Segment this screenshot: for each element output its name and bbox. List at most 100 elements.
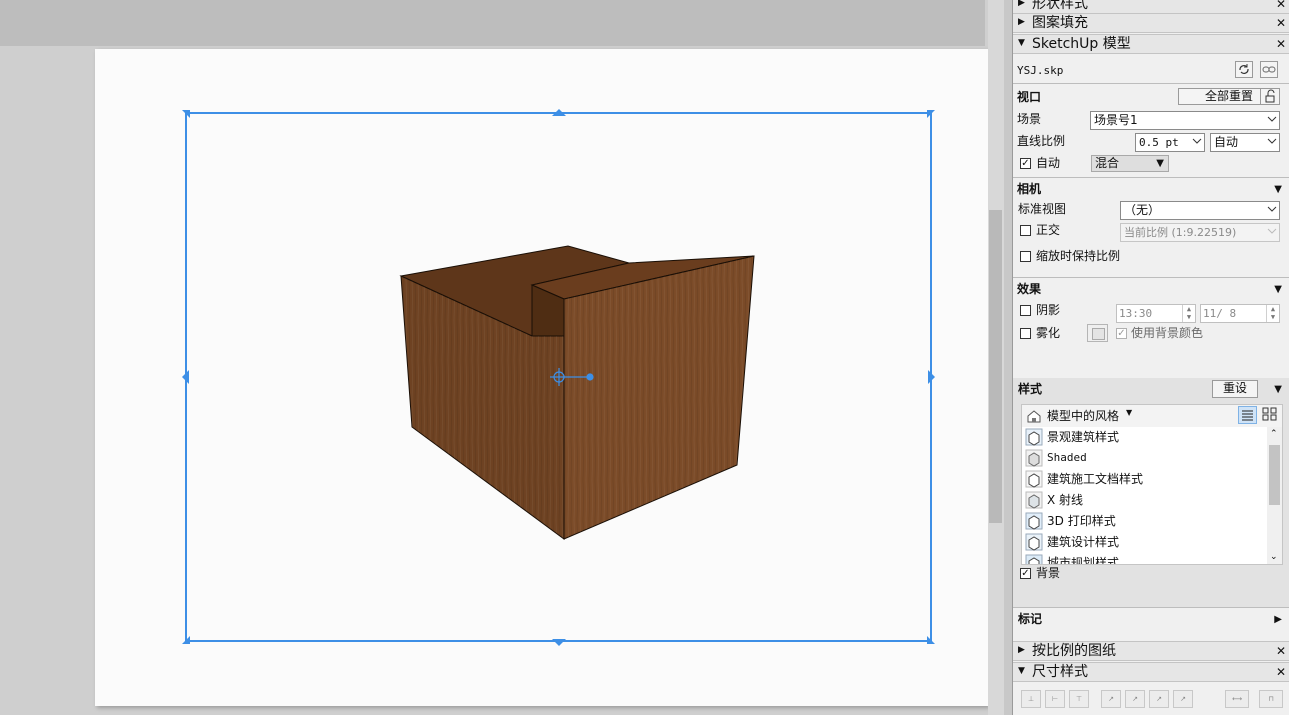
- shadows-label: 阴影: [1036, 303, 1061, 317]
- keep-scale-label: 缩放时保持比例: [1036, 249, 1121, 263]
- tray-pattern-fill[interactable]: ▶ 图案填充 ✕: [1013, 13, 1289, 33]
- collapse-arrow-icon[interactable]: ▼: [1274, 384, 1282, 395]
- current-scale-select: 当前比例 (1:9.22519): [1120, 223, 1280, 242]
- keep-scale-checkbox[interactable]: [1020, 251, 1031, 262]
- tags-section-title: 标记: [1018, 612, 1043, 626]
- style-thumbnail-icon: [1025, 428, 1043, 446]
- line-scale-mode-select[interactable]: 自动: [1210, 133, 1280, 152]
- ortho-checkbox[interactable]: [1020, 225, 1031, 236]
- close-icon[interactable]: ✕: [1275, 645, 1287, 657]
- line-scale-select[interactable]: 0.5 pt: [1135, 133, 1205, 152]
- styles-reset-button[interactable]: 重设: [1212, 380, 1258, 398]
- style-item[interactable]: 3D 打印样式: [1025, 511, 1265, 532]
- dim-extension-icon[interactable]: ⊓: [1259, 690, 1283, 708]
- chevron-down-icon: [1267, 116, 1277, 122]
- refresh-icon[interactable]: [1235, 61, 1253, 78]
- style-item[interactable]: 建筑施工文档样式: [1025, 469, 1265, 490]
- shadow-time-spinner[interactable]: 13:30 ▲ ▼: [1116, 304, 1196, 323]
- caret-down-icon[interactable]: ▼: [1126, 408, 1132, 417]
- background-checkbox[interactable]: ✓: [1020, 568, 1031, 579]
- tray-sketchup-model[interactable]: ▼ SketchUp 模型 ✕: [1013, 34, 1289, 54]
- canvas-vertical-scrollbar[interactable]: [988, 0, 1004, 715]
- model-filename: YSJ.skp: [1017, 64, 1064, 77]
- dim-text-middle-icon[interactable]: ⊢: [1045, 690, 1065, 708]
- close-icon[interactable]: ✕: [1275, 0, 1287, 10]
- scene-label: 场景: [1017, 112, 1042, 126]
- dim-text-below-icon[interactable]: ⊥: [1021, 690, 1041, 708]
- styles-list-header: 模型中的风格 ▼: [1022, 405, 1282, 427]
- dim-align-icon[interactable]: ↗: [1173, 690, 1193, 708]
- scene-select[interactable]: 场景号1: [1090, 111, 1280, 130]
- link-icon[interactable]: [1260, 61, 1278, 78]
- scrollbar-thumb[interactable]: [1269, 445, 1280, 505]
- tray-shape-style[interactable]: ▶ 形状样式 ✕: [1013, 0, 1289, 14]
- chevron-down-icon: [1267, 206, 1277, 212]
- styles-dropdown[interactable]: 模型中的风格: [1047, 409, 1119, 424]
- close-icon[interactable]: ✕: [1275, 38, 1287, 50]
- style-item[interactable]: 城市规划样式: [1025, 553, 1265, 565]
- collapse-arrow-icon[interactable]: ▼: [1274, 284, 1282, 295]
- background-label: 背景: [1036, 566, 1061, 580]
- style-item[interactable]: 建筑设计样式: [1025, 532, 1265, 553]
- render-mode-value: 混合: [1095, 156, 1120, 170]
- standard-view-label: 标准视图: [1018, 202, 1067, 216]
- styles-section: 样式 重设 ▼ 模型中的风格 ▼ 景观建筑样式 Shaded 建筑施工文档样式 …: [1013, 378, 1289, 607]
- spinner-arrows-icon[interactable]: ▲ ▼: [1182, 305, 1195, 322]
- home-icon: [1027, 410, 1041, 423]
- shadow-time-value: 13:30: [1119, 307, 1153, 320]
- style-item-label: X 射线: [1047, 493, 1084, 507]
- style-item-label: 城市规划样式: [1047, 556, 1120, 565]
- tray-title: 按比例的图纸: [1032, 643, 1116, 659]
- close-icon[interactable]: ✕: [1275, 666, 1287, 678]
- fog-color-swatch[interactable]: [1087, 324, 1108, 342]
- dim-text-above-icon[interactable]: ⊤: [1069, 690, 1089, 708]
- styles-section-title: 样式: [1018, 382, 1043, 396]
- dim-offset-icon[interactable]: ⟷: [1225, 690, 1249, 708]
- tray-scaled-drawing[interactable]: ▶ 按比例的图纸 ✕: [1013, 641, 1289, 661]
- tray-title: 尺寸样式: [1032, 664, 1088, 680]
- camera-section-title: 相机: [1017, 182, 1042, 196]
- model-viewport[interactable]: [0, 0, 1004, 715]
- styles-list-scrollbar[interactable]: ⌃ ⌄: [1267, 427, 1282, 564]
- selection-box[interactable]: [182, 109, 935, 646]
- grid-view-icon[interactable]: [1261, 406, 1280, 424]
- divider: [1013, 83, 1289, 84]
- viewport-section-title: 视口: [1017, 90, 1042, 104]
- divider: [1013, 277, 1289, 278]
- dim-align-icon[interactable]: ↗: [1125, 690, 1145, 708]
- list-view-icon[interactable]: [1238, 406, 1257, 424]
- chevron-up-icon[interactable]: ⌃: [1270, 429, 1278, 439]
- chevron-down-icon: [1192, 138, 1202, 144]
- scrollbar-thumb[interactable]: [989, 210, 1002, 523]
- auto-checkbox-label: 自动: [1036, 156, 1061, 170]
- style-item[interactable]: Shaded: [1025, 448, 1265, 469]
- style-thumbnail-icon: [1025, 491, 1043, 509]
- drawing-canvas[interactable]: [0, 0, 1004, 715]
- dimension-style-toolbar: ⊥ ⊢ ⊤ ↗ ↗ ↗ ↗ ⟷ ⊓: [1013, 684, 1289, 715]
- spinner-arrows-icon[interactable]: ▲ ▼: [1266, 305, 1279, 322]
- close-icon[interactable]: ✕: [1275, 17, 1287, 29]
- dim-align-icon[interactable]: ↗: [1101, 690, 1121, 708]
- chevron-down-icon[interactable]: ⌄: [1270, 552, 1278, 562]
- fog-checkbox[interactable]: [1020, 328, 1031, 339]
- render-mode-select[interactable]: 混合 ▼: [1091, 155, 1169, 172]
- tray-dimension-style[interactable]: ▼ 尺寸样式 ✕: [1013, 662, 1289, 682]
- styles-list[interactable]: 模型中的风格 ▼ 景观建筑样式 Shaded 建筑施工文档样式 X 射线 3D …: [1021, 404, 1283, 565]
- style-item-label: 3D 打印样式: [1047, 514, 1116, 528]
- standard-view-select[interactable]: （无）: [1120, 201, 1280, 220]
- style-item[interactable]: X 射线: [1025, 490, 1265, 511]
- auto-checkbox[interactable]: ✓: [1020, 158, 1031, 169]
- shadow-date-spinner[interactable]: 11/ 8 ▲ ▼: [1200, 304, 1280, 323]
- chevron-down-icon: [1267, 138, 1277, 144]
- collapse-arrow-icon[interactable]: ▼: [1274, 184, 1282, 195]
- expand-arrow-icon: ▶: [1018, 0, 1025, 8]
- expand-arrow-icon[interactable]: ▶: [1274, 614, 1282, 625]
- wood-block-model[interactable]: [399, 245, 755, 540]
- lock-icon[interactable]: [1260, 88, 1280, 105]
- dim-align-icon[interactable]: ↗: [1149, 690, 1169, 708]
- use-bg-color-label: 使用背景颜色: [1131, 326, 1204, 340]
- style-item[interactable]: 景观建筑样式: [1025, 427, 1265, 448]
- tray-title: 图案填充: [1032, 15, 1088, 31]
- style-item-label: 建筑施工文档样式: [1047, 472, 1144, 486]
- shadows-checkbox[interactable]: [1020, 305, 1031, 316]
